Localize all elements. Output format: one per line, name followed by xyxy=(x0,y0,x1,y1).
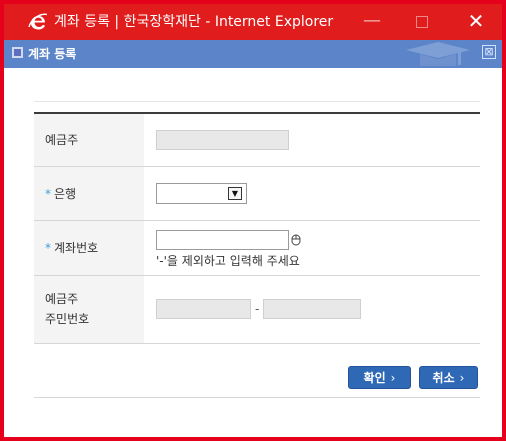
form-row-bank: * 은행 ▼ xyxy=(34,166,480,221)
required-mark: * xyxy=(45,186,51,201)
dialog-header: 계좌 등록 ⊠ xyxy=(4,40,502,68)
form-row-depositor: 예금주 xyxy=(34,113,480,167)
form-row-account: * 계좌번호 '-'을 제외하고 입력해 주세요 xyxy=(34,220,480,276)
rrn-back-field xyxy=(263,299,362,319)
required-mark: * xyxy=(45,241,51,255)
close-button[interactable]: ✕ xyxy=(454,4,498,40)
window-title: 계좌 등록 | 한국장학재단 - Internet Explorer xyxy=(54,14,334,30)
form-row-rrn: 예금주 주민번호 - xyxy=(34,275,480,344)
depositor-field xyxy=(156,129,289,150)
account-number-input[interactable] xyxy=(156,230,289,250)
cancel-button[interactable]: 취소 › xyxy=(419,366,478,389)
rrn-label-line2: 주민번호 xyxy=(45,312,90,326)
window-titlebar[interactable]: 계좌 등록 | 한국장학재단 - Internet Explorer — ✕ xyxy=(4,4,502,40)
mouse-icon[interactable] xyxy=(291,234,301,246)
minimize-button[interactable]: — xyxy=(350,4,394,40)
depositor-label: 예금주 xyxy=(34,113,144,167)
account-form: 예금주 * 은행 ▼ * 계좌번호 '-'을 제외하고 입력해 주세요 예금주 … xyxy=(34,112,480,344)
rrn-separator: - xyxy=(255,302,260,316)
graduation-cap-icon xyxy=(406,42,470,66)
chevron-right-icon: › xyxy=(459,371,465,385)
maximize-button[interactable] xyxy=(400,4,444,40)
internet-explorer-icon xyxy=(28,13,48,30)
account-label: 계좌번호 xyxy=(54,241,99,255)
bank-select[interactable]: ▼ xyxy=(156,182,247,204)
chevron-right-icon: › xyxy=(390,371,396,385)
confirm-button-label: 확인 xyxy=(363,371,386,385)
top-divider xyxy=(34,101,480,102)
account-hint: '-'을 제외하고 입력해 주세요 xyxy=(156,254,300,268)
rrn-front-field xyxy=(156,299,251,319)
confirm-button[interactable]: 확인 › xyxy=(348,366,411,389)
bottom-divider xyxy=(34,397,480,398)
rrn-label-line1: 예금주 xyxy=(45,292,79,306)
maximize-icon xyxy=(416,16,428,28)
dialog-title: 계좌 등록 xyxy=(28,47,77,61)
dialog-square-icon xyxy=(12,47,23,58)
bank-label: 은행 xyxy=(54,186,77,201)
chevron-down-icon: ▼ xyxy=(228,186,242,200)
dialog-close-icon[interactable]: ⊠ xyxy=(482,45,496,59)
cancel-button-label: 취소 xyxy=(432,371,455,385)
